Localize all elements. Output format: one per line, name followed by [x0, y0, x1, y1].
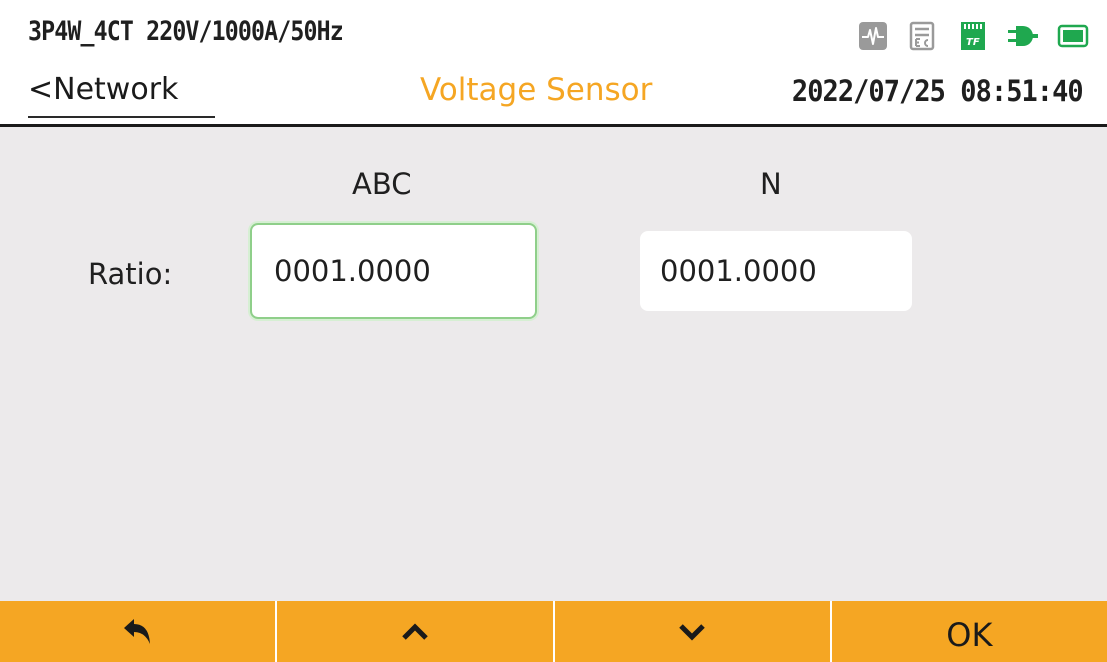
ok-label: OK	[946, 615, 993, 654]
softkey-bar: OK	[0, 601, 1107, 662]
svg-text:TF: TF	[966, 37, 980, 48]
chevron-up-icon	[401, 622, 429, 642]
column-header-abc: ABC	[352, 167, 412, 201]
column-header-n: N	[760, 167, 782, 201]
tf-card-icon: TF	[957, 20, 989, 52]
ok-softkey[interactable]: OK	[831, 601, 1107, 662]
chevron-down-icon	[678, 622, 706, 642]
wiring-config: 3P4W_4CT 220V/1000A/50Hz	[28, 16, 344, 47]
datetime: 2022/07/25 08:51:40	[792, 74, 1084, 108]
ratio-n-field[interactable]: 0001.0000	[640, 231, 912, 311]
back-link-underline	[28, 116, 215, 118]
header-bar: 3P4W_4CT 220V/1000A/50Hz TF <Network Vol…	[0, 0, 1107, 124]
ratio-label: Ratio:	[88, 257, 173, 291]
ratio-abc-field[interactable]: 0001.0000	[250, 223, 537, 319]
back-softkey[interactable]	[0, 601, 278, 662]
up-softkey[interactable]	[277, 601, 555, 662]
battery-icon	[1057, 20, 1089, 52]
power-plug-icon	[1007, 20, 1039, 52]
status-icons: TF	[857, 20, 1089, 52]
back-network-link[interactable]: <Network	[28, 72, 178, 107]
return-arrow-icon	[120, 617, 156, 647]
down-softkey[interactable]	[554, 601, 832, 662]
sensor-settings-panel: ABC N Ratio: 0001.0000 0001.0000	[0, 127, 1107, 601]
waveform-icon	[857, 20, 889, 52]
record-icon	[907, 20, 939, 52]
page-title: Voltage Sensor	[420, 72, 653, 108]
